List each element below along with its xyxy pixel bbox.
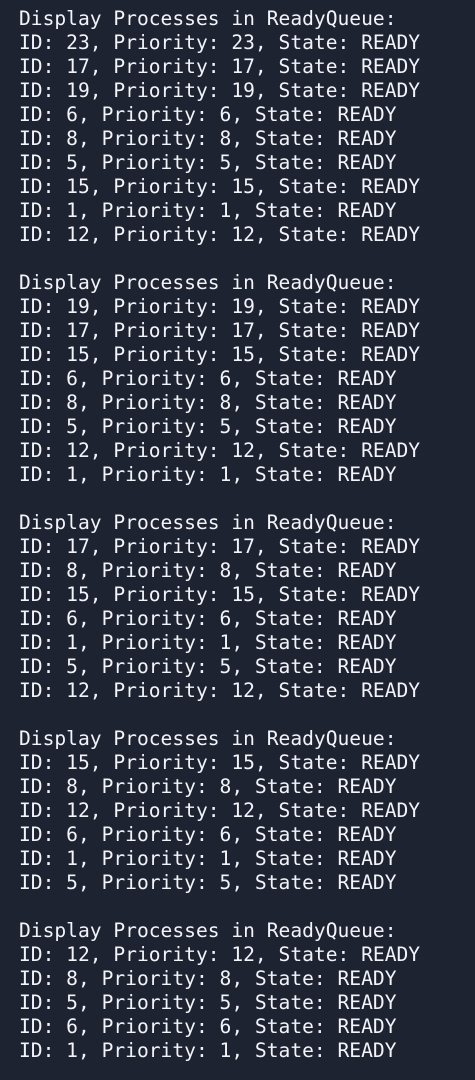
process-line: ID: 12, Priority: 12, State: READY (19, 799, 421, 822)
ready-queue-header: Display Processes in ReadyQueue: (19, 7, 397, 30)
process-line: ID: 12, Priority: 12, State: READY (19, 679, 421, 702)
ready-queue-block: Display Processes in ReadyQueue: ID: 15, … (19, 727, 475, 895)
process-line: ID: 15, Priority: 15, State: READY (19, 343, 421, 366)
process-line: ID: 19, Priority: 19, State: READY (19, 295, 421, 318)
process-line: ID: 5, Priority: 5, State: READY (19, 871, 397, 894)
process-line: ID: 23, Priority: 23, State: READY (19, 31, 421, 54)
process-line: ID: 8, Priority: 8, State: READY (19, 967, 397, 990)
process-line: ID: 5, Priority: 5, State: READY (19, 991, 397, 1014)
ready-queue-block: Display Processes in ReadyQueue: ID: 12, … (19, 919, 475, 1063)
process-line: ID: 12, Priority: 12, State: READY (19, 943, 421, 966)
process-line: ID: 15, Priority: 15, State: READY (19, 175, 421, 198)
process-line: ID: 8, Priority: 8, State: READY (19, 127, 397, 150)
process-line: ID: 5, Priority: 5, State: READY (19, 151, 397, 174)
process-line: ID: 6, Priority: 6, State: READY (19, 1015, 397, 1038)
process-line: ID: 12, Priority: 12, State: READY (19, 439, 421, 462)
process-line: ID: 17, Priority: 17, State: READY (19, 319, 421, 342)
process-line: ID: 1, Priority: 1, State: READY (19, 1039, 397, 1062)
process-line: ID: 19, Priority: 19, State: READY (19, 79, 421, 102)
ready-queue-header: Display Processes in ReadyQueue: (19, 511, 397, 534)
process-line: ID: 8, Priority: 8, State: READY (19, 391, 397, 414)
ready-queue-header: Display Processes in ReadyQueue: (19, 727, 397, 750)
process-line: ID: 8, Priority: 8, State: READY (19, 559, 397, 582)
process-line: ID: 6, Priority: 6, State: READY (19, 367, 397, 390)
process-line: ID: 1, Priority: 1, State: READY (19, 463, 397, 486)
ready-queue-block: Display Processes in ReadyQueue: ID: 23, … (19, 7, 475, 247)
ready-queue-header: Display Processes in ReadyQueue: (19, 919, 397, 942)
process-line: ID: 1, Priority: 1, State: READY (19, 631, 397, 654)
process-line: ID: 15, Priority: 15, State: READY (19, 583, 421, 606)
process-line: ID: 6, Priority: 6, State: READY (19, 823, 397, 846)
process-line: ID: 12, Priority: 12, State: READY (19, 223, 421, 246)
process-line: ID: 17, Priority: 17, State: READY (19, 535, 421, 558)
process-line: ID: 5, Priority: 5, State: READY (19, 415, 397, 438)
ready-queue-block: Display Processes in ReadyQueue: ID: 17, … (19, 511, 475, 703)
ready-queue-block: Display Processes in ReadyQueue: ID: 19, … (19, 271, 475, 487)
process-line: ID: 17, Priority: 17, State: READY (19, 55, 421, 78)
ready-queue-header: Display Processes in ReadyQueue: (19, 271, 397, 294)
process-line: ID: 5, Priority: 5, State: READY (19, 655, 397, 678)
process-line: ID: 6, Priority: 6, State: READY (19, 103, 397, 126)
process-line: ID: 6, Priority: 6, State: READY (19, 607, 397, 630)
process-line: ID: 8, Priority: 8, State: READY (19, 775, 397, 798)
process-line: ID: 1, Priority: 1, State: READY (19, 847, 397, 870)
terminal-output: Display Processes in ReadyQueue: ID: 23, … (0, 0, 475, 1080)
process-line: ID: 15, Priority: 15, State: READY (19, 751, 421, 774)
process-line: ID: 1, Priority: 1, State: READY (19, 199, 397, 222)
